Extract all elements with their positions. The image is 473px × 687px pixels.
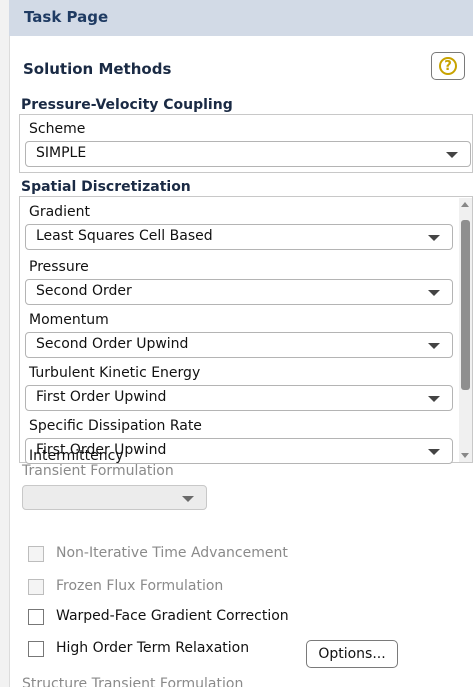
chevron-down-icon — [428, 343, 440, 349]
turbulent-kinetic-energy-dropdown[interactable]: First Order Upwind — [25, 385, 453, 411]
high-order-term-relaxation-label: High Order Term Relaxation — [56, 640, 250, 656]
momentum-value: Second Order Upwind — [36, 336, 189, 352]
spatial-scrollbar[interactable] — [459, 198, 472, 462]
scheme-value: SIMPLE — [36, 145, 87, 161]
specific-dissipation-rate-label: Specific Dissipation Rate — [29, 418, 202, 434]
chevron-down-icon — [182, 496, 194, 502]
pressure-label: Pressure — [29, 259, 89, 275]
structure-transient-formulation-label: Structure Transient Formulation — [22, 676, 244, 687]
non-iterative-time-advancement-checkbox[interactable] — [28, 546, 44, 562]
structure-transient-clip: Structure Transient Formulation — [22, 676, 462, 687]
chevron-down-icon — [428, 290, 440, 296]
warped-face-gradient-correction-checkbox[interactable] — [28, 609, 44, 625]
turbulent-kinetic-energy-value: First Order Upwind — [36, 389, 167, 405]
transient-formulation-dropdown[interactable] — [22, 485, 207, 510]
non-iterative-time-advancement-label: Non-Iterative Time Advancement — [56, 545, 288, 561]
help-button[interactable]: ? — [431, 52, 465, 80]
scheme-label: Scheme — [29, 121, 86, 137]
chevron-down-icon — [428, 396, 440, 402]
left-edge-strip — [0, 0, 10, 687]
task-page-header: Task Page — [9, 0, 473, 36]
pressure-dropdown[interactable]: Second Order — [25, 279, 453, 305]
scroll-down-arrow-icon[interactable] — [461, 453, 469, 458]
question-mark-icon: ? — [439, 57, 457, 75]
momentum-dropdown[interactable]: Second Order Upwind — [25, 332, 453, 358]
intermittency-wrap: Intermittency — [29, 442, 124, 464]
scrollbar-thumb[interactable] — [461, 220, 470, 390]
gradient-dropdown[interactable]: Least Squares Cell Based — [25, 224, 453, 250]
frozen-flux-formulation-checkbox[interactable] — [28, 579, 44, 595]
chevron-down-icon — [428, 235, 440, 241]
high-order-term-relaxation-checkbox[interactable] — [28, 641, 44, 657]
pressure-velocity-coupling-title: Pressure-Velocity Coupling — [21, 97, 233, 113]
transient-formulation-label: Transient Formulation — [22, 463, 174, 479]
chevron-down-icon — [446, 152, 458, 158]
task-page-title: Task Page — [24, 8, 109, 26]
options-button[interactable]: Options... — [306, 640, 398, 668]
page-title: Solution Methods — [23, 60, 172, 78]
warped-face-gradient-correction-label: Warped-Face Gradient Correction — [56, 608, 289, 624]
turbulent-kinetic-energy-label: Turbulent Kinetic Energy — [29, 365, 201, 381]
gradient-label: Gradient — [29, 204, 90, 220]
pressure-value: Second Order — [36, 283, 132, 299]
scroll-up-arrow-icon[interactable] — [461, 202, 469, 207]
spatial-discretization-title: Spatial Discretization — [21, 179, 191, 195]
scheme-dropdown[interactable]: SIMPLE — [25, 141, 471, 167]
frozen-flux-formulation-label: Frozen Flux Formulation — [56, 578, 224, 594]
momentum-label: Momentum — [29, 312, 109, 328]
intermittency-label: Intermittency — [29, 448, 124, 464]
chevron-down-icon — [428, 449, 440, 455]
gradient-value: Least Squares Cell Based — [36, 228, 213, 244]
